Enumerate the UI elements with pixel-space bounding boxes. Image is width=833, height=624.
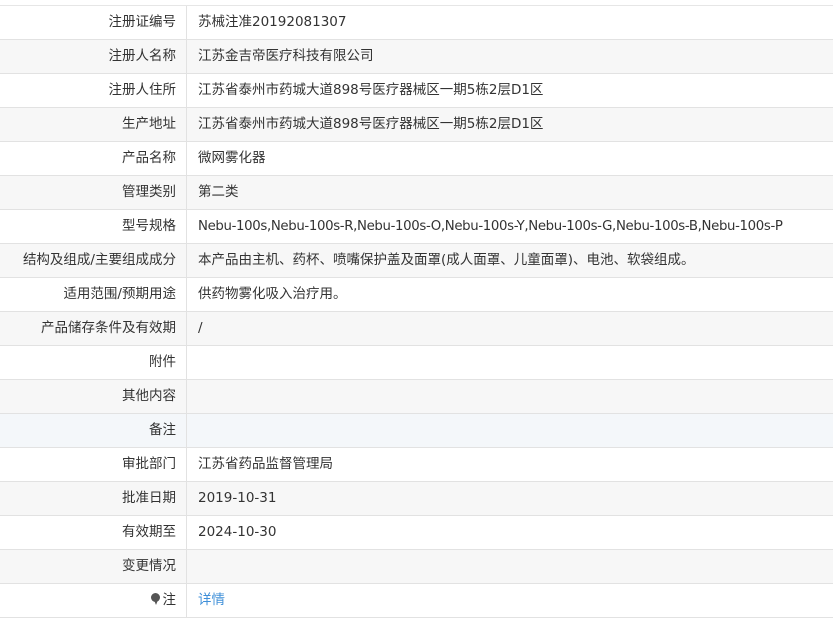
field-value: 苏械注准20192081307: [198, 14, 347, 30]
field-value: Nebu-100s,Nebu-100s-R,Nebu-100s-O,Nebu-1…: [198, 219, 783, 234]
row-note: 注 详情: [0, 584, 833, 618]
field-value: 本产品由主机、药杯、喷嘴保护盖及面罩(成人面罩、儿童面罩)、电池、软袋组成。: [198, 252, 695, 268]
details-link[interactable]: 详情: [198, 592, 225, 608]
row-management-category: 管理类别 第二类: [0, 176, 833, 210]
field-value: /: [198, 320, 203, 336]
field-label: 适用范围/预期用途: [0, 278, 187, 311]
field-value: 江苏省泰州市药城大道898号医疗器械区一期5栋2层D1区: [198, 82, 544, 98]
field-value: [187, 550, 833, 583]
field-label: 产品名称: [0, 142, 187, 175]
field-label: 型号规格: [0, 210, 187, 243]
field-value: 2019-10-31: [198, 490, 277, 506]
field-label: 生产地址: [0, 108, 187, 141]
row-model-spec: 型号规格 Nebu-100s,Nebu-100s-R,Nebu-100s-O,N…: [0, 210, 833, 244]
row-change-history: 变更情况: [0, 550, 833, 584]
row-remarks: 备注: [0, 414, 833, 448]
row-attachments: 附件: [0, 346, 833, 380]
row-registration-number: 注册证编号 苏械注准20192081307: [0, 6, 833, 40]
row-registrant-name: 注册人名称 江苏金吉帝医疗科技有限公司: [0, 40, 833, 74]
field-label: 审批部门: [0, 448, 187, 481]
field-label: 产品储存条件及有效期: [0, 312, 187, 345]
field-value: 微网雾化器: [198, 150, 266, 166]
field-label: 结构及组成/主要组成成分: [0, 244, 187, 277]
field-label: 变更情况: [0, 550, 187, 583]
row-approval-date: 批准日期 2019-10-31: [0, 482, 833, 516]
field-value: 江苏省药品监督管理局: [198, 456, 333, 472]
row-storage-validity: 产品储存条件及有效期 /: [0, 312, 833, 346]
field-value: 详情: [187, 584, 833, 617]
field-label: 管理类别: [0, 176, 187, 209]
row-valid-until: 有效期至 2024-10-30: [0, 516, 833, 550]
note-label: 注: [162, 592, 177, 608]
pin-icon: [150, 593, 161, 605]
field-value: [187, 380, 833, 413]
row-product-name: 产品名称 微网雾化器: [0, 142, 833, 176]
row-registrant-address: 注册人住所 江苏省泰州市药城大道898号医疗器械区一期5栋2层D1区: [0, 74, 833, 108]
row-intended-use: 适用范围/预期用途 供药物雾化吸入治疗用。: [0, 278, 833, 312]
field-label: 注册人名称: [0, 40, 187, 73]
field-label: 有效期至: [0, 516, 187, 549]
field-label: 注册人住所: [0, 74, 187, 107]
row-other-content: 其他内容: [0, 380, 833, 414]
field-value: 2024-10-30: [198, 524, 277, 540]
registration-details-table: 注册证编号 苏械注准20192081307 注册人名称 江苏金吉帝医疗科技有限公…: [0, 5, 833, 618]
field-value: 供药物雾化吸入治疗用。: [198, 286, 347, 302]
field-label: 附件: [0, 346, 187, 379]
row-approval-department: 审批部门 江苏省药品监督管理局: [0, 448, 833, 482]
field-label: 注册证编号: [0, 6, 187, 39]
field-label: 其他内容: [0, 380, 187, 413]
field-label: 批准日期: [0, 482, 187, 515]
field-value: 第二类: [198, 184, 239, 200]
field-value: 江苏金吉帝医疗科技有限公司: [198, 48, 374, 64]
row-structure-composition: 结构及组成/主要组成成分 本产品由主机、药杯、喷嘴保护盖及面罩(成人面罩、儿童面…: [0, 244, 833, 278]
field-value: 江苏省泰州市药城大道898号医疗器械区一期5栋2层D1区: [198, 116, 544, 132]
field-label: 备注: [0, 414, 187, 447]
row-production-address: 生产地址 江苏省泰州市药城大道898号医疗器械区一期5栋2层D1区: [0, 108, 833, 142]
field-value: [187, 414, 833, 447]
field-value: [187, 346, 833, 379]
field-label: 注: [0, 584, 187, 617]
